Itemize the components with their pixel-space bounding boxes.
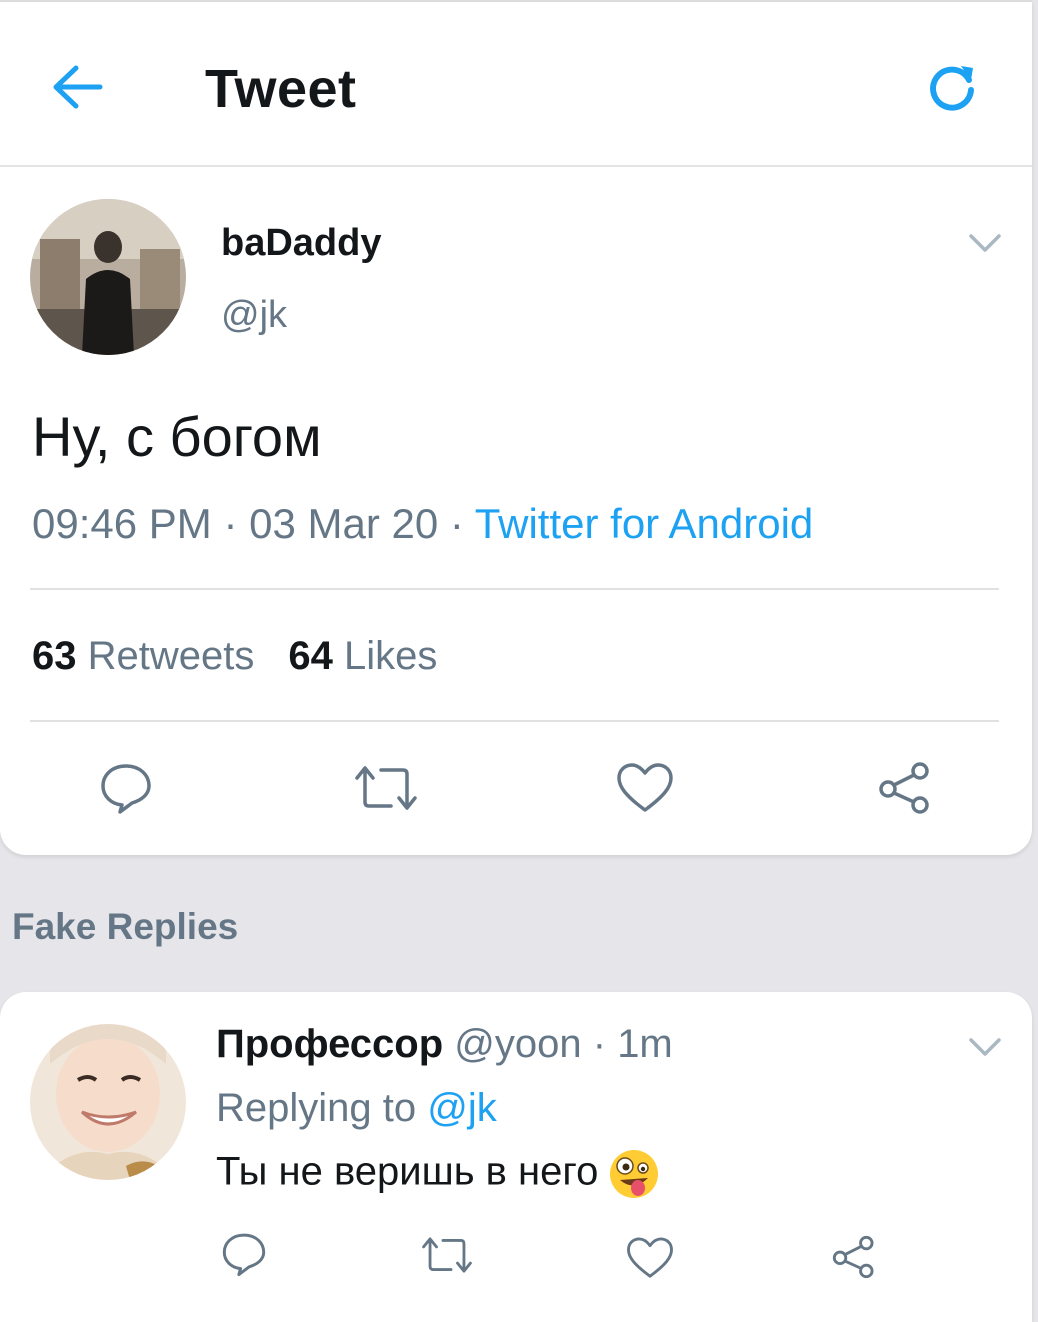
reply-header: Профессор @yoon · 1m — [216, 1022, 673, 1067]
retweet-icon[interactable] — [353, 762, 419, 814]
tweet-stats: 63 Retweets 64 Likes — [32, 634, 471, 679]
likes-stat[interactable]: 64 Likes — [288, 634, 437, 679]
tweet-text: Ну, с богом — [32, 405, 322, 468]
chevron-down-icon[interactable] — [968, 232, 1002, 254]
reply-icon[interactable] — [98, 760, 154, 816]
separator: · — [581, 1022, 618, 1066]
replying-to-label: Replying to — [216, 1086, 417, 1130]
reply-text-row: Ты не веришь в него — [216, 1148, 660, 1200]
refresh-icon[interactable] — [925, 60, 979, 114]
page-title: Tweet — [205, 59, 357, 119]
username-handle[interactable]: @jk — [221, 294, 287, 337]
divider — [30, 720, 999, 722]
top-app-bar: Tweet — [0, 2, 1032, 167]
retweet-icon[interactable] — [420, 1234, 474, 1276]
share-icon[interactable] — [876, 760, 934, 816]
separator: · — [438, 500, 475, 547]
heart-icon[interactable] — [616, 762, 674, 814]
tweet-source-link[interactable]: Twitter for Android — [475, 500, 813, 547]
retweets-count: 63 — [32, 634, 77, 678]
tweet-time: 09:46 PM — [32, 500, 212, 547]
retweets-stat[interactable]: 63 Retweets — [32, 634, 254, 679]
section-label: Fake Replies — [12, 906, 239, 947]
divider — [30, 588, 999, 590]
separator: · — [211, 500, 250, 547]
display-name[interactable]: Профессор — [216, 1022, 443, 1066]
replying-to: Replying to @jk — [216, 1086, 497, 1131]
chevron-down-icon[interactable] — [968, 1036, 1002, 1058]
tweet-meta: 09:46 PM · 03 Mar 20 · Twitter for Andro… — [32, 500, 813, 548]
likes-label: Likes — [344, 634, 438, 678]
reply-icon[interactable] — [220, 1230, 268, 1278]
share-icon[interactable] — [830, 1234, 878, 1280]
zany-face-emoji — [608, 1148, 660, 1200]
arrow-left-icon[interactable] — [50, 62, 104, 112]
avatar[interactable] — [30, 199, 186, 355]
reply-card: Профессор @yoon · 1m Replying to @jk Ты … — [0, 992, 1032, 1322]
display-name[interactable]: baDaddy — [221, 222, 381, 265]
retweets-label: Retweets — [87, 634, 255, 678]
reply-text: Ты не веришь в него — [216, 1149, 599, 1194]
username-handle[interactable]: @yoon — [454, 1022, 581, 1066]
reply-time: 1m — [617, 1022, 673, 1066]
likes-count: 64 — [288, 634, 333, 678]
tweet-date: 03 Mar 20 — [249, 500, 439, 547]
heart-icon[interactable] — [626, 1236, 674, 1280]
mention-link[interactable]: @jk — [427, 1086, 497, 1130]
avatar[interactable] — [30, 1024, 186, 1180]
tweet-card: Tweet baDaddy @jk Ну, с богом 09:46 PM ·… — [0, 0, 1032, 855]
